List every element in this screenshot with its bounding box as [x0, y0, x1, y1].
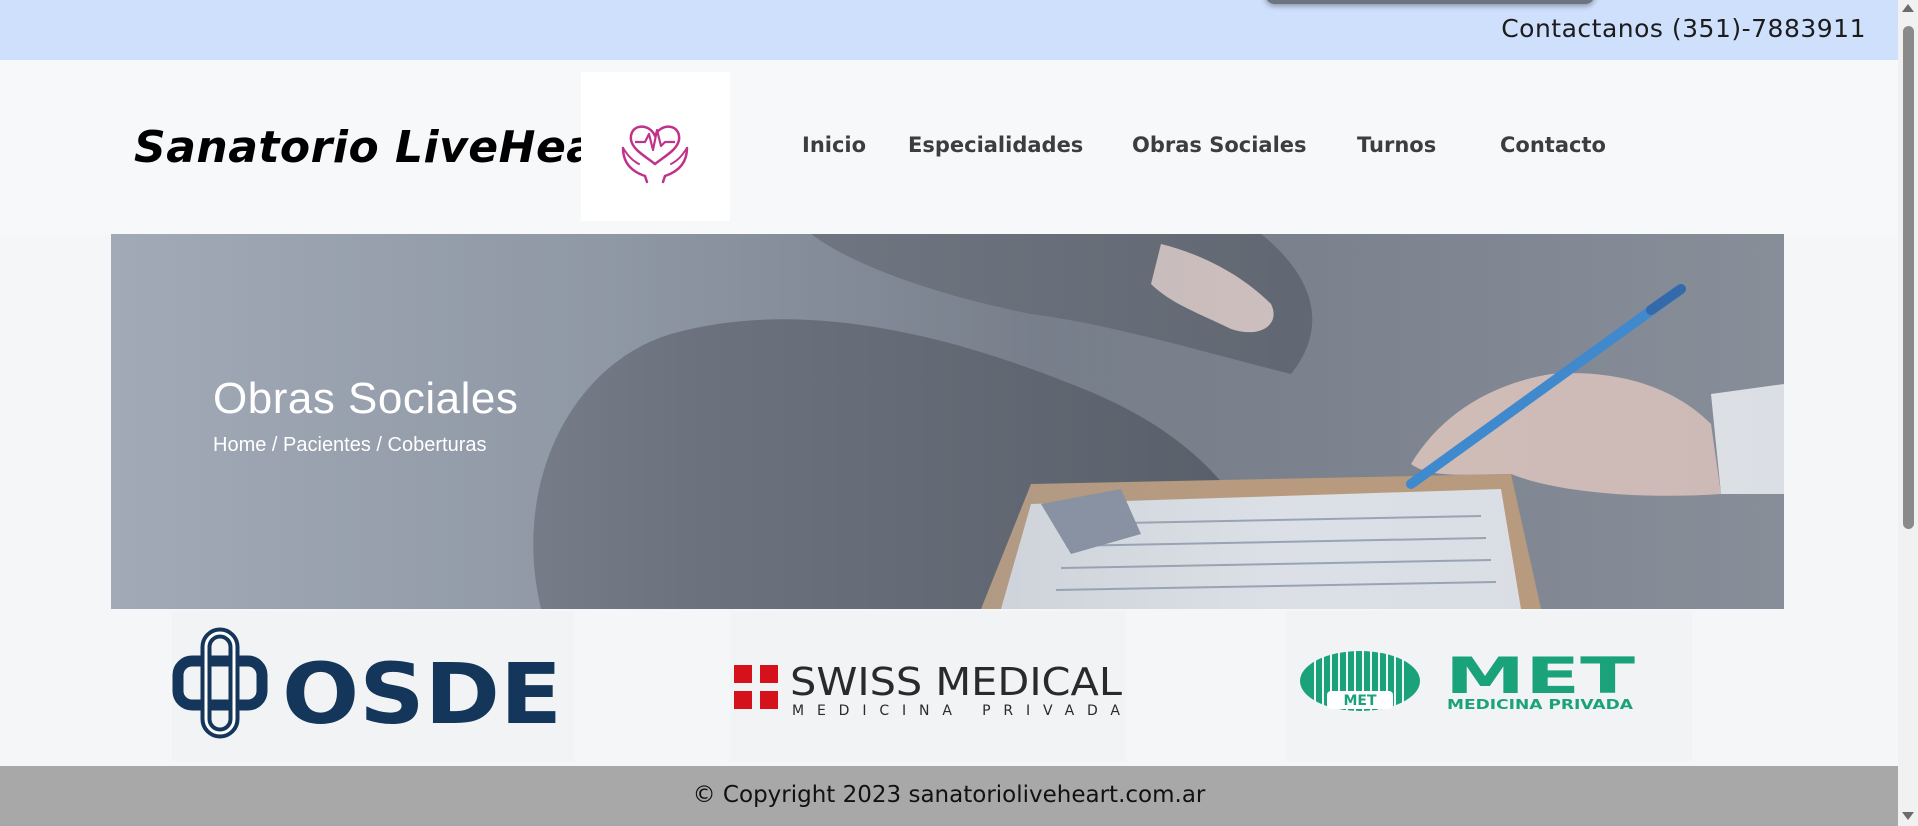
vertical-scrollbar[interactable] [1898, 0, 1918, 826]
nav-especialidades[interactable]: Especialidades [908, 133, 1083, 157]
top-shadow-tab [1265, 0, 1595, 4]
breadcrumb-coberturas: Coberturas [387, 434, 487, 456]
top-contact-bar: Contactanos (351)-7883911 [0, 0, 1898, 60]
breadcrumb-pacientes[interactable]: Pacientes [283, 434, 371, 456]
scroll-down-icon[interactable] [1902, 812, 1914, 820]
met-wordmark: MET [1445, 647, 1635, 705]
met-tagline: MEDICINA PRIVADA [1447, 698, 1633, 713]
page-title: Obras Sociales [213, 374, 519, 423]
nav-contacto[interactable]: Contacto [1500, 133, 1606, 157]
logo-osde[interactable]: OSDE [172, 611, 574, 761]
osde-logo-icon: OSDE [172, 627, 562, 743]
nav-obras-sociales[interactable]: Obras Sociales [1132, 133, 1307, 157]
insurer-logos: OSDE SWISS MEDICAL MEDICINA PRIVADA MET … [0, 609, 1898, 766]
nav-inicio[interactable]: Inicio [802, 133, 866, 157]
contact-phone[interactable]: Contactanos (351)-7883911 [1501, 14, 1866, 43]
logo-met[interactable]: MET MET MEDICINA PRIVADA [1285, 611, 1692, 761]
logo-swiss-medical[interactable]: SWISS MEDICAL MEDICINA PRIVADA [730, 611, 1126, 761]
breadcrumb-separator: / [370, 434, 388, 456]
breadcrumb-separator: / [266, 434, 284, 456]
main-nav: Inicio Especialidades Obras Sociales Tur… [0, 60, 1898, 235]
breadcrumb-home[interactable]: Home [213, 434, 266, 456]
scrollbar-thumb[interactable] [1903, 26, 1914, 529]
swiss-medical-wordmark: SWISS MEDICAL [790, 660, 1122, 704]
scroll-up-icon[interactable] [1902, 4, 1914, 12]
osde-wordmark: OSDE [282, 645, 562, 743]
site-header: Sanatorio LiveHeart Inicio Especialidade… [0, 60, 1898, 235]
swiss-medical-logo-icon: SWISS MEDICAL MEDICINA PRIVADA [734, 660, 1122, 719]
breadcrumb: Home / Pacientes / Coberturas [213, 434, 486, 457]
nav-turnos[interactable]: Turnos [1357, 133, 1436, 157]
met-logo-icon: MET MET MEDICINA PRIVADA [1300, 647, 1635, 713]
swiss-medical-tagline: MEDICINA PRIVADA [792, 703, 1120, 719]
copyright-text: © Copyright 2023 sanatorioliveheart.com.… [692, 782, 1206, 808]
site-footer: © Copyright 2023 sanatorioliveheart.com.… [0, 766, 1898, 826]
hero-banner: Obras Sociales Home / Pacientes / Cobert… [111, 234, 1784, 609]
met-seal-text: MET [1343, 693, 1376, 709]
